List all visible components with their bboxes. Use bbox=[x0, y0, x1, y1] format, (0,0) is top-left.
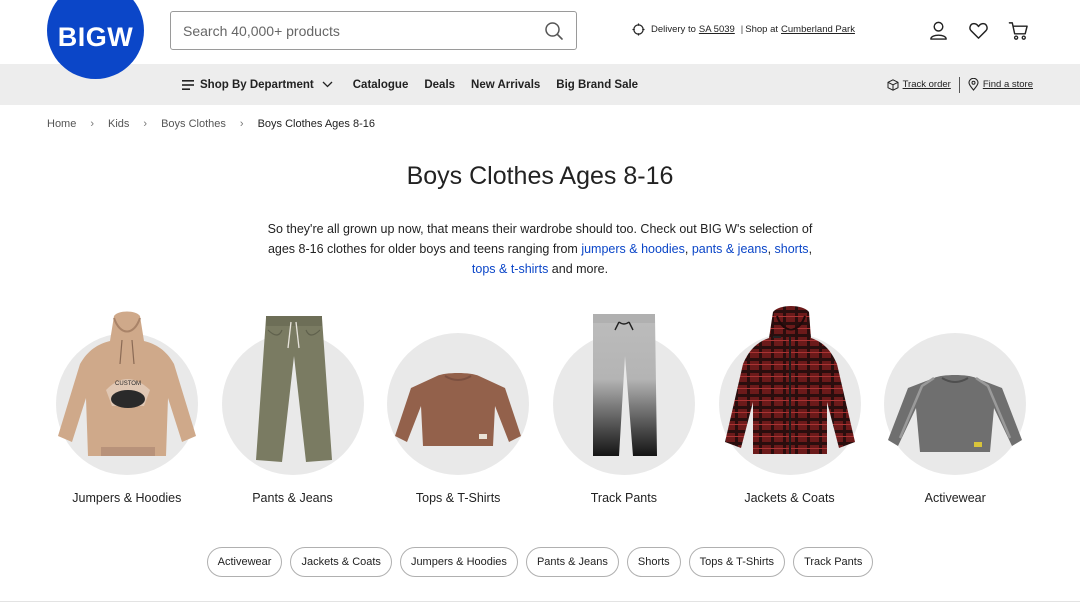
category-image-circle bbox=[387, 333, 530, 475]
header-icons bbox=[928, 20, 1029, 41]
nav-big-brand-sale[interactable]: Big Brand Sale bbox=[556, 79, 638, 91]
menu-icon bbox=[182, 79, 194, 90]
chip-tops-tshirts[interactable]: Tops & T-Shirts bbox=[688, 547, 786, 577]
category-image-circle bbox=[552, 314, 695, 475]
find-store-link[interactable]: Find a store bbox=[983, 79, 1033, 90]
delivery-prefix: Delivery to bbox=[651, 24, 696, 35]
category-image-circle bbox=[718, 306, 861, 475]
link-pants-jeans[interactable]: pants & jeans bbox=[692, 242, 768, 256]
description-comma: , bbox=[684, 242, 692, 256]
category-tiles: CUSTOM Jumpers & Hoodies Pants & Jeans T… bbox=[44, 306, 1038, 505]
category-image-circle: CUSTOM bbox=[55, 311, 198, 475]
description-comma: , bbox=[808, 242, 813, 256]
category-pants-jeans[interactable]: Pants & Jeans bbox=[210, 306, 376, 505]
link-tops-tshirts[interactable]: tops & t-shirts bbox=[472, 262, 548, 276]
track-order-icon bbox=[887, 78, 899, 91]
nav-divider bbox=[958, 76, 960, 93]
category-label: Jackets & Coats bbox=[744, 491, 835, 505]
category-jackets-coats[interactable]: Jackets & Coats bbox=[707, 306, 873, 505]
nav-label: New Arrivals bbox=[471, 78, 541, 91]
nav-label: Shop By Department bbox=[200, 78, 314, 91]
chevron-right-icon: › bbox=[90, 118, 95, 130]
chevron-down-icon bbox=[322, 81, 333, 88]
description-comma: , bbox=[767, 242, 775, 256]
breadcrumb-home[interactable]: Home bbox=[47, 118, 76, 130]
cart-icon[interactable] bbox=[1008, 20, 1029, 41]
link-jumpers-hoodies[interactable]: jumpers & hoodies bbox=[581, 242, 685, 256]
shop-prefix: Shop at bbox=[745, 24, 779, 35]
activewear-top-image bbox=[888, 375, 1023, 452]
tshirt-image bbox=[395, 373, 522, 446]
chip-jackets-coats[interactable]: Jackets & Coats bbox=[290, 547, 392, 577]
svg-text:CUSTOM: CUSTOM bbox=[115, 381, 141, 387]
breadcrumb-boys-clothes[interactable]: Boys Clothes bbox=[161, 118, 226, 130]
delivery-postcode-link[interactable]: SA 5039 bbox=[699, 24, 735, 35]
search-icon[interactable] bbox=[544, 21, 564, 41]
category-label: Track Pants bbox=[590, 491, 657, 505]
chip-track-pants[interactable]: Track Pants bbox=[793, 547, 874, 577]
heart-icon[interactable] bbox=[968, 20, 989, 41]
delivery-info: Delivery to SA 5039 | Shop at Cumberland… bbox=[632, 23, 855, 36]
pants-image bbox=[255, 316, 332, 462]
store-link[interactable]: Cumberland Park bbox=[781, 24, 855, 35]
category-image-circle bbox=[221, 316, 364, 475]
category-jumpers-hoodies[interactable]: CUSTOM Jumpers & Hoodies bbox=[44, 306, 210, 505]
chevron-right-icon: › bbox=[143, 118, 148, 130]
delivery-separator: | bbox=[740, 24, 744, 35]
jacket-image bbox=[724, 306, 855, 454]
category-label: Tops & T-Shirts bbox=[415, 491, 501, 505]
description-end: and more. bbox=[548, 262, 609, 276]
search-box[interactable] bbox=[170, 11, 577, 50]
chip-activewear[interactable]: Activewear bbox=[206, 547, 283, 577]
search-input[interactable] bbox=[183, 22, 544, 39]
link-shorts[interactable]: shorts bbox=[775, 242, 809, 256]
store-pin-icon bbox=[968, 78, 979, 91]
nav-shop-by-department[interactable]: Shop By Department bbox=[182, 79, 337, 91]
breadcrumb: Home › Kids › Boys Clothes › Boys Clothe… bbox=[47, 118, 375, 130]
chip-pants-jeans[interactable]: Pants & Jeans bbox=[525, 547, 619, 577]
page-description: So they're all grown up now, that means … bbox=[255, 219, 825, 279]
chip-shorts[interactable]: Shorts bbox=[626, 547, 681, 577]
hoodie-image: CUSTOM bbox=[57, 311, 196, 456]
nav-label: Big Brand Sale bbox=[556, 78, 639, 91]
category-label: Activewear bbox=[924, 491, 986, 505]
account-icon[interactable] bbox=[928, 20, 949, 41]
section-divider bbox=[0, 601, 1080, 602]
category-activewear[interactable]: Activewear bbox=[872, 306, 1038, 505]
chevron-right-icon: › bbox=[239, 118, 244, 130]
nav-new-arrivals[interactable]: New Arrivals bbox=[471, 79, 540, 91]
nav-catalogue[interactable]: Catalogue bbox=[353, 79, 409, 91]
site-header: BIGW Delivery to SA 5039 | Shop at Cumbe… bbox=[0, 0, 1080, 79]
category-image-circle bbox=[884, 333, 1027, 475]
logo-text: BIGW bbox=[57, 22, 134, 52]
category-label: Jumpers & Hoodies bbox=[72, 491, 182, 505]
category-label: Pants & Jeans bbox=[252, 491, 333, 505]
category-tops-tshirts[interactable]: Tops & T-Shirts bbox=[375, 306, 541, 505]
track-order-link[interactable]: Track order bbox=[903, 79, 951, 90]
nav-label: Catalogue bbox=[352, 78, 409, 91]
chip-jumpers-hoodies[interactable]: Jumpers & Hoodies bbox=[399, 547, 518, 577]
nav-label: Deals bbox=[424, 78, 456, 91]
breadcrumb-kids[interactable]: Kids bbox=[108, 118, 129, 130]
breadcrumb-current: Boys Clothes Ages 8-16 bbox=[257, 118, 375, 130]
nav-deals[interactable]: Deals bbox=[424, 79, 455, 91]
page-title: Boys Clothes Ages 8-16 bbox=[406, 162, 674, 190]
subcategory-chips: Activewear Jackets & Coats Jumpers & Hoo… bbox=[0, 547, 1080, 577]
track-pants-image bbox=[592, 314, 657, 456]
location-target-icon bbox=[632, 23, 645, 36]
category-track-pants[interactable]: Track Pants bbox=[541, 306, 707, 505]
main-nav: Shop By Department Catalogue Deals New A… bbox=[0, 64, 1080, 105]
